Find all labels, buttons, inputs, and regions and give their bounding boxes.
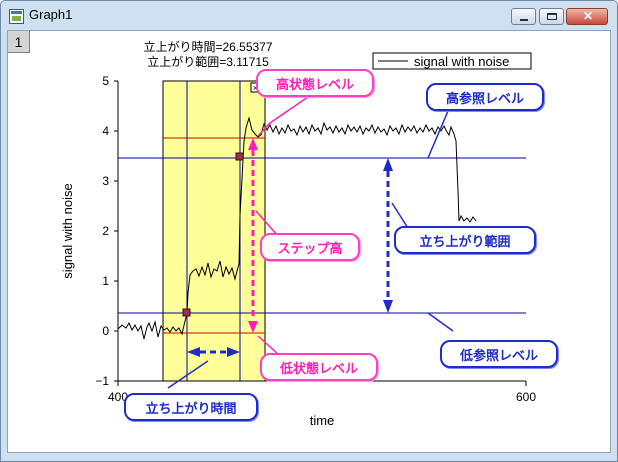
- x-tick-label: 600: [516, 390, 536, 404]
- high-ref-callout[interactable]: 高参照レベル: [426, 83, 544, 111]
- close-button[interactable]: ✕: [566, 8, 608, 25]
- graph-window-icon: [9, 9, 24, 24]
- high-state-callout[interactable]: 高状態レベル: [256, 69, 374, 97]
- x-axis-title[interactable]: time: [310, 413, 335, 428]
- y-axis-title[interactable]: signal with noise: [60, 183, 75, 278]
- x-ticks: [117, 381, 527, 386]
- legend-label: signal with noise: [414, 54, 509, 69]
- close-icon: ✕: [582, 9, 594, 23]
- window-title: Graph1: [29, 7, 73, 22]
- minimize-icon: [520, 19, 528, 21]
- high-ref-crossing-marker[interactable]: [235, 152, 244, 161]
- rise-range-arrow: [383, 158, 393, 313]
- maximize-icon: [547, 13, 557, 20]
- rise-region-highlight: [162, 80, 266, 382]
- rise-range-text: 立上がり範囲=3.11715: [147, 54, 269, 69]
- low-ref-callout[interactable]: 低参照レベル: [440, 340, 558, 368]
- y-tick-label: 4: [102, 124, 109, 138]
- y-tick-label: 3: [102, 174, 109, 188]
- rise-time-callout[interactable]: 立ち上がり時間: [124, 393, 258, 421]
- low-ref-crossing-marker[interactable]: [182, 308, 191, 317]
- title-bar[interactable]: Graph1 ✕: [1, 1, 617, 31]
- graph-page[interactable]: 1 signal with noise 立上がり時間=26.55377 立上がり…: [7, 30, 611, 453]
- y-tick-label: −1: [95, 374, 109, 388]
- rise-time-text: 立上がり時間=26.55377: [143, 39, 272, 54]
- y-tick-label: 1: [102, 274, 109, 288]
- graph-window: Graph1 ✕ 1 signal with noise 立上がり時間=26.5…: [0, 0, 618, 462]
- maximize-button[interactable]: [539, 8, 564, 25]
- y-ticks: [114, 80, 118, 382]
- y-tick-label: 5: [102, 74, 109, 88]
- y-tick-label: 0: [102, 324, 109, 338]
- high-ref-pointer: [427, 110, 449, 159]
- step-height-callout[interactable]: ステップ高: [260, 233, 360, 261]
- minimize-button[interactable]: [511, 8, 536, 25]
- y-tick-label: 2: [102, 224, 109, 238]
- low-state-callout[interactable]: 低状態レベル: [260, 353, 378, 381]
- rise-range-callout[interactable]: 立ち上がり範囲: [394, 226, 536, 254]
- low-ref-pointer: [427, 312, 454, 332]
